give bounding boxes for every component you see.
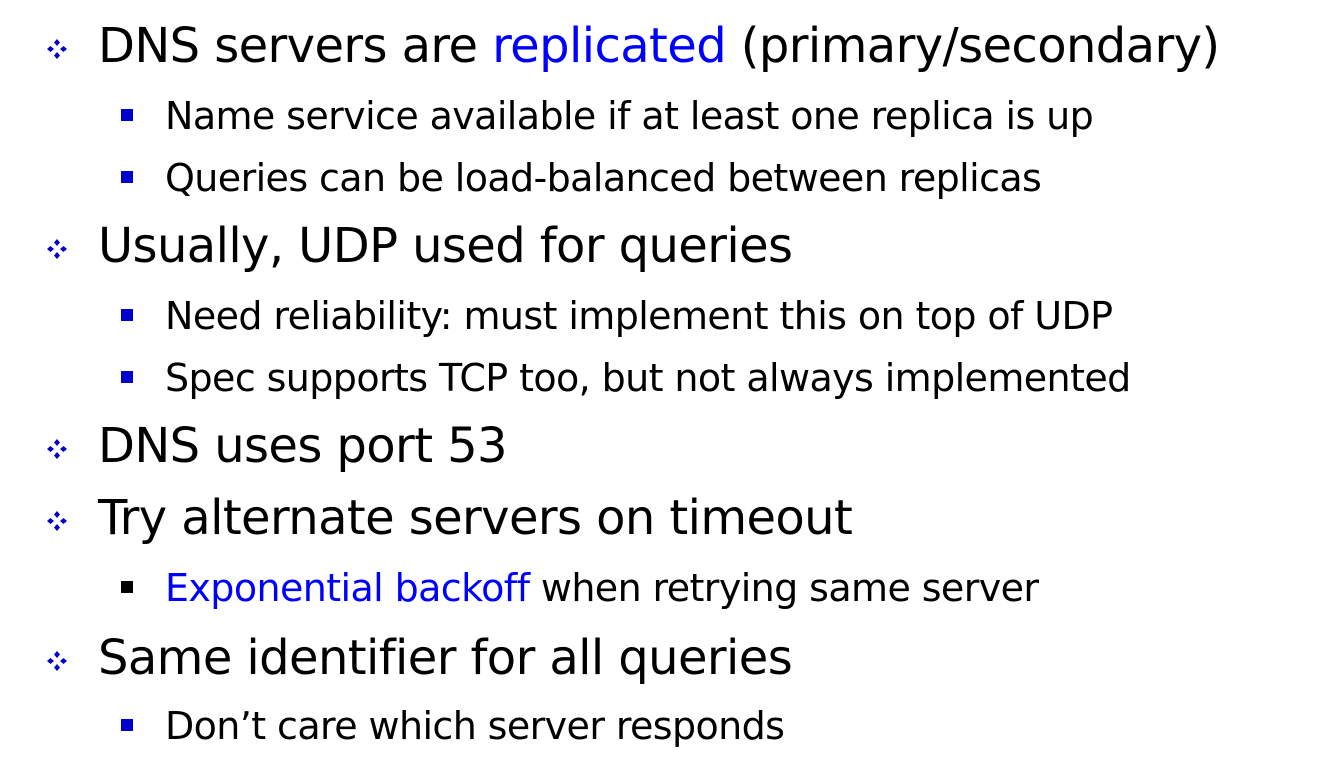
text-segment: Don’t care which server responds — [165, 704, 785, 748]
bullet-text: DNS uses port 53 — [98, 414, 508, 478]
square-bullet-icon — [121, 171, 133, 183]
text-segment: Try alternate servers on timeout — [98, 490, 853, 546]
square-bullet-icon — [121, 719, 133, 731]
square-bullet-icon — [121, 371, 133, 383]
slide: { "colors": { "text": "#000000", "highli… — [0, 0, 1335, 762]
bullet-text: Same identifier for all queries — [98, 626, 793, 690]
sub-bullet-text: Need reliability: must implement this on… — [165, 289, 1113, 343]
square-bullet-icon — [121, 309, 133, 321]
bullet-text: Usually, UDP used for queries — [98, 214, 793, 278]
highlighted-text: Exponential backoff — [165, 566, 530, 610]
sub-bullet-text: Exponential backoff when retrying same s… — [165, 561, 1039, 615]
sub-bullet-text: Spec supports TCP too, but not always im… — [165, 351, 1131, 405]
four-diamond-bullet-icon — [43, 647, 71, 675]
square-bullet-icon — [121, 581, 133, 593]
text-segment: Queries can be load-balanced between rep… — [165, 156, 1042, 200]
four-diamond-bullet-icon — [43, 35, 71, 63]
four-diamond-bullet-icon — [43, 435, 71, 463]
highlighted-text: replicated — [492, 18, 727, 74]
text-segment: Spec supports TCP too, but not always im… — [165, 356, 1131, 400]
sub-bullet-text: Queries can be load-balanced between rep… — [165, 151, 1042, 205]
bullet-text: Try alternate servers on timeout — [98, 486, 853, 550]
text-segment: DNS servers are — [98, 18, 493, 74]
sub-bullet-text: Don’t care which server responds — [165, 699, 785, 753]
text-segment: DNS uses port 53 — [98, 418, 508, 474]
four-diamond-bullet-icon — [43, 507, 71, 535]
text-segment: Name service available if at least one r… — [165, 94, 1094, 138]
sub-bullet-text: Name service available if at least one r… — [165, 89, 1094, 143]
text-segment: when retrying same server — [529, 566, 1039, 610]
text-segment: Same identifier for all queries — [98, 630, 793, 686]
four-diamond-bullet-icon — [43, 235, 71, 263]
text-segment: (primary/secondary) — [726, 18, 1220, 74]
text-segment: Usually, UDP used for queries — [98, 218, 793, 274]
square-bullet-icon — [121, 109, 133, 121]
text-segment: Need reliability: must implement this on… — [165, 294, 1113, 338]
bullet-text: DNS servers are replicated (primary/seco… — [98, 14, 1220, 78]
